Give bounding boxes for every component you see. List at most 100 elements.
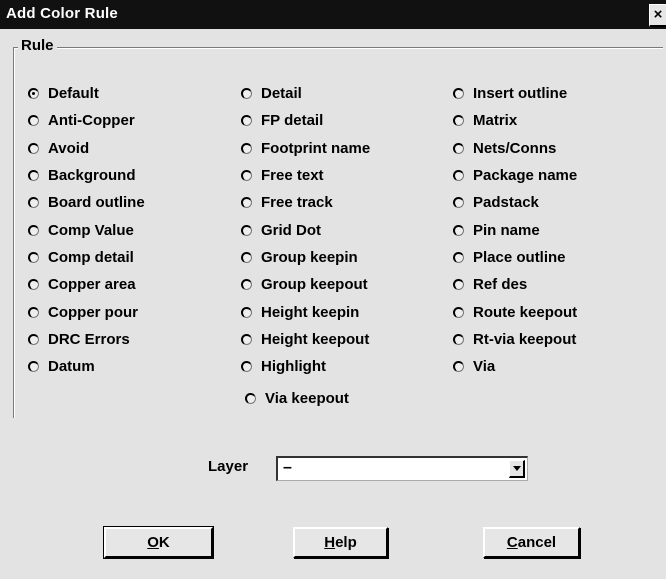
- rule-option[interactable]: Copper pour: [28, 298, 145, 325]
- rule-option-label: Anti-Copper: [48, 112, 135, 130]
- radio-button-icon[interactable]: [241, 333, 252, 345]
- rule-option-label: Free track: [261, 194, 333, 212]
- rule-option[interactable]: Footprint name: [241, 135, 370, 162]
- close-button[interactable]: ×: [649, 4, 666, 27]
- rule-option[interactable]: Group keepin: [241, 244, 370, 271]
- radio-button-icon[interactable]: [28, 306, 39, 318]
- radio-button-icon[interactable]: [28, 333, 39, 345]
- rule-option-label: Nets/Conns: [473, 139, 557, 157]
- radio-button-icon[interactable]: [453, 251, 464, 263]
- rule-option-label: Footprint name: [261, 139, 371, 157]
- rule-option[interactable]: Free text: [241, 162, 370, 189]
- radio-button-icon[interactable]: [453, 279, 464, 291]
- rule-option-label: Avoid: [48, 139, 90, 157]
- rule-option[interactable]: Board outline: [28, 189, 145, 216]
- rule-option-label: Board outline: [48, 194, 145, 212]
- rule-option-label: Free text: [261, 167, 324, 185]
- rule-option-label: Grid Dot: [261, 221, 321, 239]
- rule-column-1: Default Anti-Copper Avoid Background Boa…: [28, 80, 145, 380]
- rule-option[interactable]: DRC Errors: [28, 326, 145, 353]
- radio-button-icon[interactable]: [453, 142, 464, 154]
- radio-button-icon[interactable]: [453, 333, 464, 345]
- rule-option-label: Place outline: [473, 248, 566, 266]
- radio-button-icon[interactable]: [28, 115, 39, 127]
- rule-option[interactable]: Height keepout: [241, 326, 370, 353]
- rule-option[interactable]: Route keepout: [453, 298, 577, 325]
- layer-dropdown[interactable]: –: [276, 456, 528, 481]
- dropdown-arrow-button[interactable]: [509, 460, 525, 478]
- rule-option[interactable]: Nets/Conns: [453, 135, 577, 162]
- ok-label-rest: K: [158, 534, 170, 551]
- radio-button-icon[interactable]: [453, 306, 464, 318]
- rule-option[interactable]: Avoid: [28, 135, 145, 162]
- rule-option[interactable]: Matrix: [453, 107, 577, 134]
- rule-option[interactable]: Comp Value: [28, 216, 145, 243]
- rule-option[interactable]: Padstack: [453, 189, 577, 216]
- radio-button-icon[interactable]: [28, 251, 39, 263]
- radio-button-icon[interactable]: [28, 88, 39, 100]
- rule-option[interactable]: FP detail: [241, 107, 370, 134]
- rule-option[interactable]: Pin name: [453, 216, 577, 243]
- radio-button-icon[interactable]: [453, 115, 464, 127]
- rule-option[interactable]: Background: [28, 162, 145, 189]
- rule-option-label: Comp Value: [48, 221, 134, 239]
- radio-button-icon[interactable]: [28, 224, 39, 236]
- rule-option-label: Insert outline: [473, 85, 568, 103]
- rule-option[interactable]: Grid Dot: [241, 216, 370, 243]
- rule-option[interactable]: Via keepout: [245, 385, 349, 412]
- rule-option[interactable]: Ref des: [453, 271, 577, 298]
- radio-button-icon[interactable]: [241, 170, 252, 182]
- radio-button-icon[interactable]: [453, 170, 464, 182]
- rule-option-label: Copper pour: [48, 303, 138, 321]
- rule-option-label: Via: [473, 358, 496, 376]
- radio-button-icon[interactable]: [28, 197, 39, 209]
- help-button[interactable]: Help: [293, 527, 388, 558]
- rule-option-label: Default: [48, 85, 99, 103]
- rule-group-label: Rule: [18, 37, 57, 54]
- rule-column-3: Insert outline Matrix Nets/Conns Package…: [453, 80, 577, 380]
- rule-option[interactable]: Anti-Copper: [28, 107, 145, 134]
- cancel-mnemonic: C: [506, 534, 518, 551]
- radio-button-icon[interactable]: [241, 361, 252, 373]
- rule-option[interactable]: Copper area: [28, 271, 145, 298]
- radio-button-icon[interactable]: [453, 197, 464, 209]
- radio-button-icon[interactable]: [28, 170, 39, 182]
- radio-button-icon[interactable]: [241, 251, 252, 263]
- radio-button-icon[interactable]: [28, 361, 39, 373]
- radio-button-icon[interactable]: [241, 279, 252, 291]
- rule-option-label: Ref des: [473, 276, 528, 294]
- ok-mnemonic: O: [147, 534, 159, 551]
- rule-option[interactable]: Package name: [453, 162, 577, 189]
- radio-button-icon[interactable]: [28, 142, 39, 154]
- close-icon: ×: [653, 6, 663, 23]
- rule-option[interactable]: Highlight: [241, 353, 370, 380]
- rule-option[interactable]: Datum: [28, 353, 145, 380]
- rule-option-label: Height keepout: [261, 330, 370, 348]
- rule-option[interactable]: Free track: [241, 189, 370, 216]
- radio-button-icon[interactable]: [453, 224, 464, 236]
- cancel-button[interactable]: Cancel: [483, 527, 580, 558]
- rule-option[interactable]: Via: [453, 353, 577, 380]
- rule-option[interactable]: Rt-via keepout: [453, 326, 577, 353]
- rule-option[interactable]: Height keepin: [241, 298, 370, 325]
- radio-button-icon[interactable]: [241, 142, 252, 154]
- radio-button-icon[interactable]: [453, 361, 464, 373]
- rule-option[interactable]: Group keepout: [241, 271, 370, 298]
- radio-button-icon[interactable]: [241, 224, 252, 236]
- rule-option-label: DRC Errors: [48, 330, 130, 348]
- rule-option[interactable]: Comp detail: [28, 244, 145, 271]
- radio-button-icon[interactable]: [453, 88, 464, 100]
- rule-option[interactable]: Insert outline: [453, 80, 577, 107]
- radio-button-icon[interactable]: [241, 88, 252, 100]
- radio-button-icon[interactable]: [28, 279, 39, 291]
- rule-option[interactable]: Place outline: [453, 244, 577, 271]
- title-bar: Add Color Rule ×: [0, 0, 666, 29]
- rule-option[interactable]: Detail: [241, 80, 370, 107]
- radio-button-icon[interactable]: [241, 115, 252, 127]
- radio-button-icon[interactable]: [241, 197, 252, 209]
- rule-option-label: Comp detail: [48, 248, 134, 266]
- ok-button[interactable]: OK: [103, 526, 214, 559]
- radio-button-icon[interactable]: [241, 306, 252, 318]
- radio-button-icon[interactable]: [245, 393, 256, 405]
- rule-option[interactable]: Default: [28, 80, 145, 107]
